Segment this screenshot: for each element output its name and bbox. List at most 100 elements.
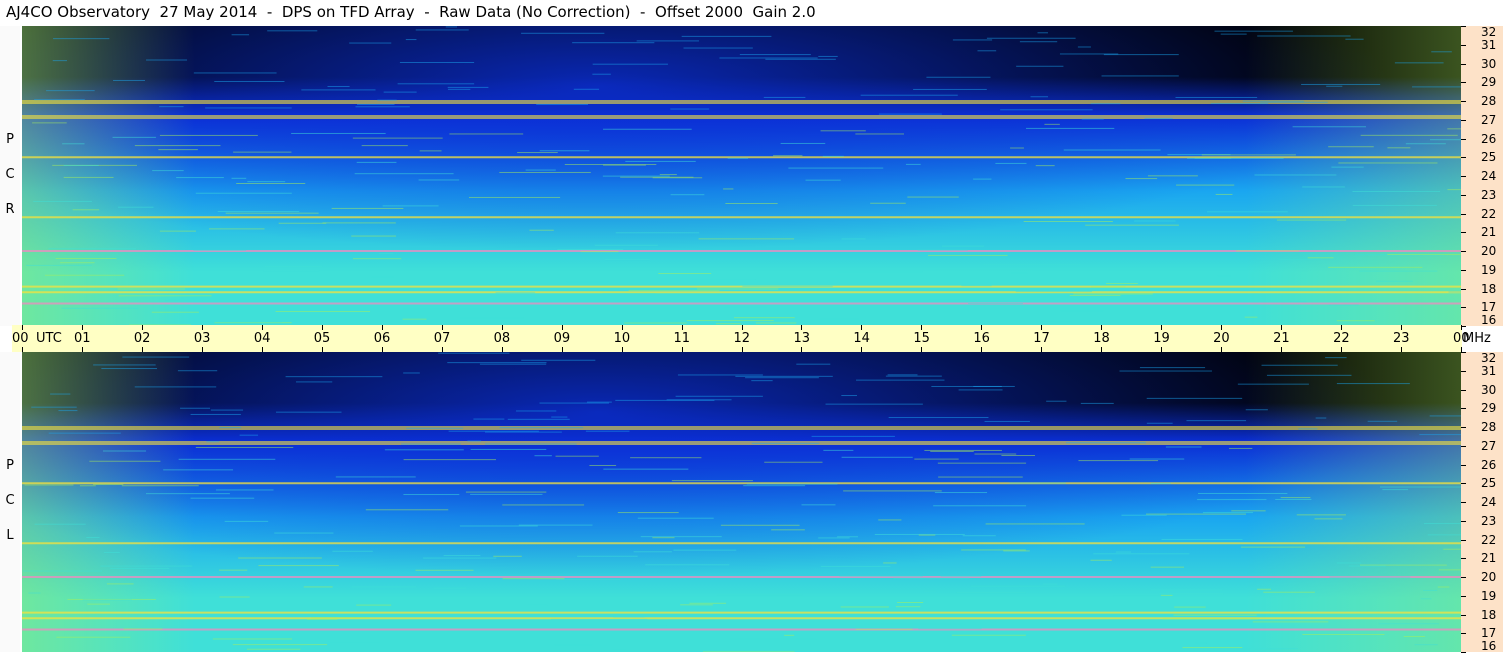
signal-streak [1292,126,1366,128]
signal-streak [438,352,510,354]
signal-streak [745,377,819,379]
signal-streak [1326,85,1343,87]
signal-streak [1276,219,1347,221]
signal-streak [79,485,96,487]
freq-tick-label: 23 [1481,187,1497,202]
signal-streak [637,625,667,627]
signal-streak [1093,553,1190,555]
signal-streak [274,532,334,534]
signal-streak [267,30,318,32]
time-tick [141,325,143,330]
utc-unit-label: UTC [36,331,62,346]
signal-streak [1176,184,1235,186]
signal-streak [630,600,699,602]
signal-streak [905,163,921,165]
signal-streak [658,272,712,274]
signal-streak [841,456,913,458]
signal-streak [291,132,386,134]
signal-streak [1069,295,1121,297]
signal-streak [231,34,250,36]
signal-streak [1198,492,1288,494]
signal-streak [1174,606,1206,608]
freq-tick-label: 18 [1481,281,1497,296]
freq-tick-label: 19 [1481,588,1497,603]
signal-streak [1139,367,1206,369]
signal-streak [301,89,376,91]
signal-streak [159,134,258,136]
signal-streak [818,55,838,57]
time-tick [1221,325,1223,330]
signal-streak [929,298,980,300]
signal-streak [406,427,464,429]
freq-tick-label: 32 [1481,25,1497,39]
signal-streak [1328,146,1374,148]
signal-streak [878,113,942,115]
signal-streak [823,449,854,451]
signal-streak [1063,149,1161,151]
signal-streak [93,364,156,366]
signal-streak [351,586,417,588]
signal-streak [1073,293,1153,295]
signal-streak [670,194,705,196]
signal-streak [888,417,989,419]
freq-tick-label: 28 [1481,420,1497,434]
time-tick [1461,325,1462,330]
freq-tick-label: 18 [1481,607,1497,622]
signal-streak [178,458,276,460]
signal-streak [349,42,392,44]
signal-streak [100,565,193,567]
signal-streak [1260,101,1328,103]
signal-streak [843,490,942,492]
signal-streak [1042,583,1058,585]
signal-streak [801,504,836,506]
time-tick [681,325,683,330]
signal-streak [1146,422,1173,424]
signal-streak [470,493,543,495]
signal-streak [1236,250,1300,252]
signal-streak [212,638,293,640]
signal-streak [985,523,1085,525]
signal-streak [681,35,772,37]
signal-streak [502,504,585,506]
signal-streak [727,157,749,159]
signal-streak [628,289,720,291]
signal-streak [924,449,1002,451]
signal-streak [190,497,255,499]
signal-streak [354,173,454,175]
signal-streak [928,254,1008,256]
signal-streak [724,306,767,308]
signal-streak [527,604,548,606]
emission-band [22,542,1461,545]
signal-streak [1003,550,1030,552]
signal-streak [55,257,117,259]
signal-streak [1447,128,1461,130]
signal-streak [683,47,753,49]
time-tick-label: 06 [373,331,391,346]
signal-streak [159,230,196,232]
signal-streak [1382,489,1408,491]
signal-streak [729,638,817,640]
signal-streak [205,107,292,109]
signal-streak [1059,53,1119,55]
signal-streak [246,648,301,650]
spectrogram-svg [22,352,1461,652]
signal-streak [146,59,188,61]
signal-streak [63,164,99,166]
signal-streak [484,431,562,433]
signal-streak [46,90,95,92]
signal-streak [490,308,524,310]
signal-streak [1237,383,1309,385]
freq-tick [1461,101,1466,102]
freq-tick-label: 21 [1481,225,1497,240]
signal-streak [743,485,806,487]
signal-streak [1060,310,1104,312]
time-tick-label: 22 [1333,331,1350,346]
time-tick-label: 16 [973,331,990,346]
freq-tick-label: 19 [1481,262,1497,277]
signal-streak [837,536,858,538]
signal-streak [577,555,638,557]
signal-streak [926,76,991,78]
signal-streak [50,393,71,395]
time-tick [1041,325,1043,330]
signal-streak [1387,253,1461,255]
